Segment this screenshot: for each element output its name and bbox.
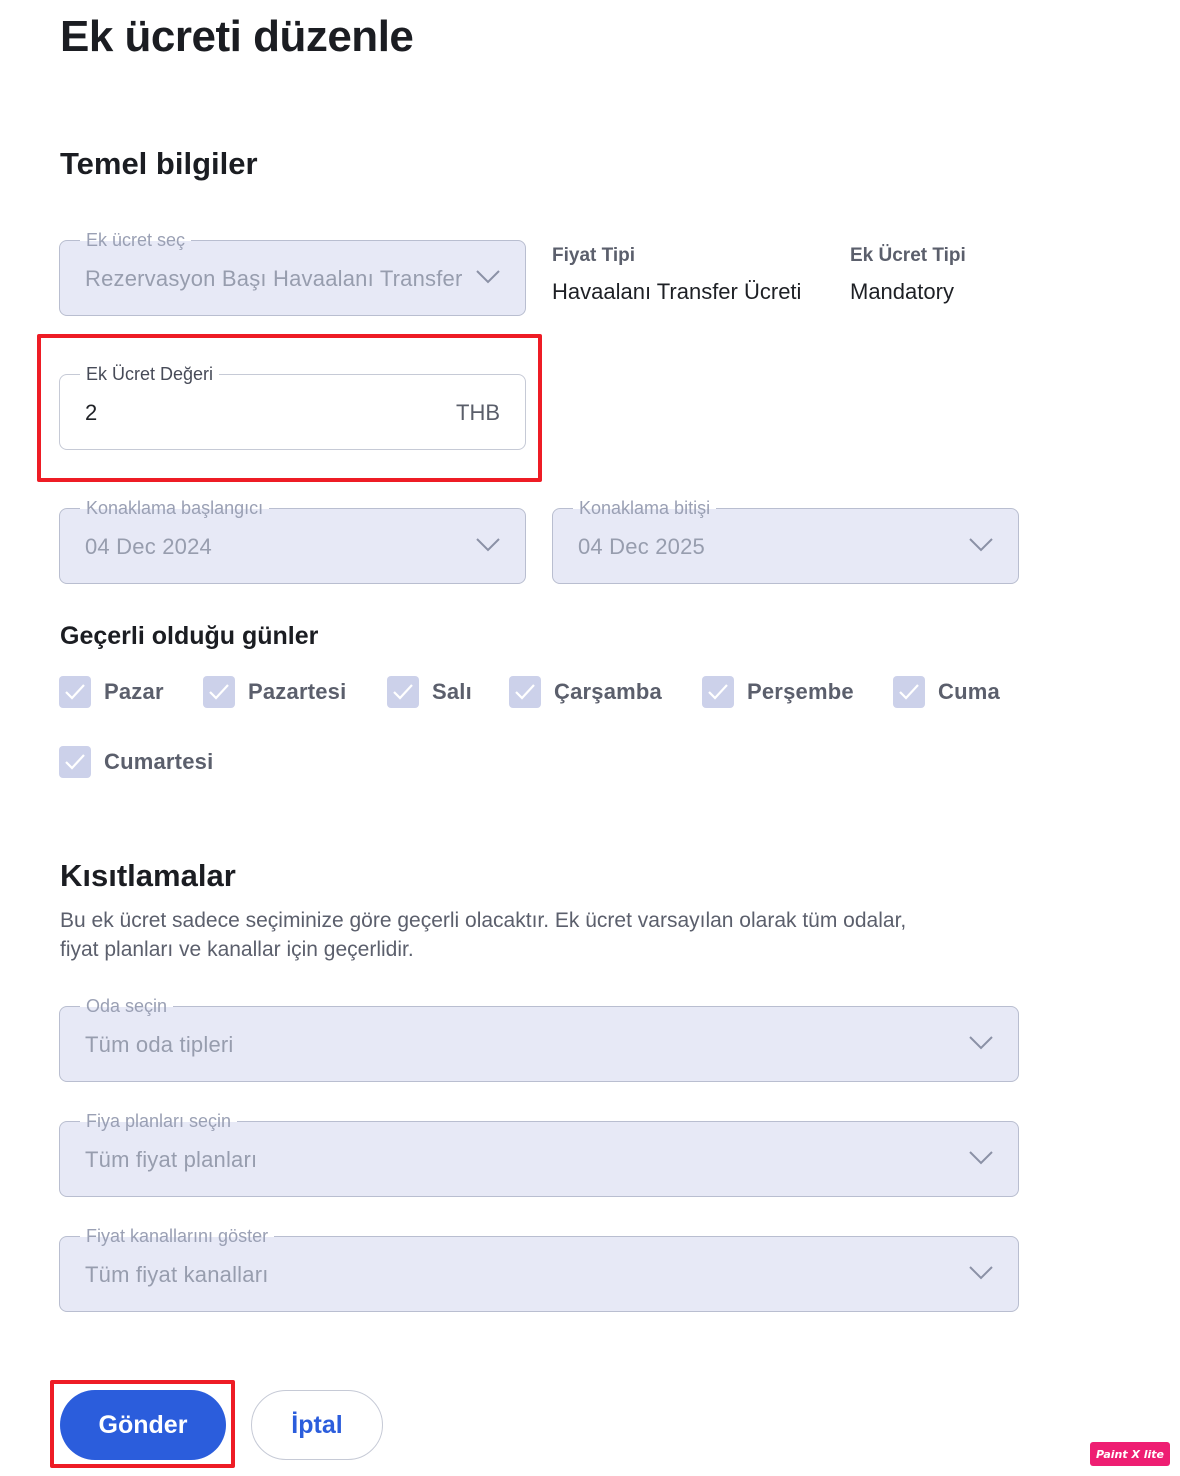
checkbox-checked-icon: [893, 676, 925, 708]
stay-start-value: 04 Dec 2024: [85, 534, 212, 559]
day-checkbox-wednesday[interactable]: Çarşamba: [509, 675, 662, 709]
day-label: Pazartesi: [248, 679, 347, 704]
checkbox-checked-icon: [59, 676, 91, 708]
chevron-down-icon: [969, 1266, 993, 1280]
day-label: Çarşamba: [554, 679, 662, 704]
day-checkbox-saturday[interactable]: Cumartesi: [59, 745, 213, 779]
rate-plan-select[interactable]: Fiya planları seçin Tüm fiyat planları: [59, 1110, 1019, 1197]
surcharge-select-label: Ek ücret seç: [80, 229, 192, 251]
day-checkbox-sunday[interactable]: Pazar: [59, 675, 164, 709]
day-checkbox-monday[interactable]: Pazartesi: [203, 675, 346, 709]
price-type-label: Fiyat Tipi: [552, 245, 636, 266]
checkbox-checked-icon: [59, 746, 91, 778]
stay-end-select[interactable]: Konaklama bitişi 04 Dec 2025: [552, 497, 1019, 584]
restrictions-description: Bu ek ücret sadece seçiminize göre geçer…: [60, 906, 1020, 964]
checkbox-checked-icon: [509, 676, 541, 708]
room-select-label: Oda seçin: [80, 995, 174, 1017]
day-checkbox-tuesday[interactable]: Salı: [387, 675, 472, 709]
stay-start-label: Konaklama başlangıcı: [80, 497, 270, 519]
section-title-restrictions: Kısıtlamalar: [60, 858, 236, 893]
checkbox-checked-icon: [203, 676, 235, 708]
stay-end-value: 04 Dec 2025: [578, 534, 705, 559]
highlight-box-value: [37, 334, 542, 482]
restrictions-description-line2: fiyat planları ve kanallar için geçerlid…: [60, 938, 414, 961]
rate-plan-select-value: Tüm fiyat planları: [85, 1147, 258, 1172]
day-label: Cuma: [938, 679, 1000, 704]
checkbox-checked-icon: [702, 676, 734, 708]
highlight-box-submit: [50, 1380, 235, 1468]
day-checkbox-thursday[interactable]: Perşembe: [702, 675, 854, 709]
chevron-down-icon: [476, 538, 500, 552]
valid-days-title: Geçerli olduğu günler: [60, 622, 319, 650]
room-select[interactable]: Oda seçin Tüm oda tipleri: [59, 995, 1019, 1082]
price-type-value: Havaalanı Transfer Ücreti: [552, 279, 802, 304]
cancel-button[interactable]: İptal: [251, 1390, 383, 1460]
restrictions-description-line1: Bu ek ücret sadece seçiminize göre geçer…: [60, 909, 907, 932]
surcharge-select[interactable]: Ek ücret seç Rezervasyon Başı Havaalanı …: [59, 229, 526, 316]
day-checkbox-friday[interactable]: Cuma: [893, 675, 1000, 709]
surcharge-type-value: Mandatory: [850, 279, 954, 304]
section-title-basic: Temel bilgiler: [60, 146, 258, 181]
surcharge-select-value: Rezervasyon Başı Havaalanı Transfer: [85, 266, 463, 291]
stay-end-label: Konaklama bitişi: [573, 497, 717, 519]
page-title: Ek ücreti düzenle: [60, 12, 414, 61]
chevron-down-icon: [476, 270, 500, 284]
surcharge-type-label: Ek Ücret Tipi: [850, 245, 966, 266]
chevron-down-icon: [969, 1151, 993, 1165]
stay-start-select[interactable]: Konaklama başlangıcı 04 Dec 2024: [59, 497, 526, 584]
rate-plan-select-label: Fiya planları seçin: [80, 1110, 238, 1132]
day-label: Cumartesi: [104, 749, 214, 774]
chevron-down-icon: [969, 1036, 993, 1050]
channel-select-label: Fiyat kanallarını göster: [80, 1225, 275, 1247]
watermark-badge: Paint X lite: [1090, 1442, 1170, 1466]
day-label: Pazar: [104, 679, 164, 704]
day-label: Salı: [432, 679, 472, 704]
room-select-value: Tüm oda tipleri: [85, 1032, 234, 1057]
channel-select[interactable]: Fiyat kanallarını göster Tüm fiyat kanal…: [59, 1225, 1019, 1312]
checkbox-checked-icon: [387, 676, 419, 708]
chevron-down-icon: [969, 538, 993, 552]
channel-select-value: Tüm fiyat kanalları: [85, 1262, 269, 1287]
day-label: Perşembe: [747, 679, 854, 704]
